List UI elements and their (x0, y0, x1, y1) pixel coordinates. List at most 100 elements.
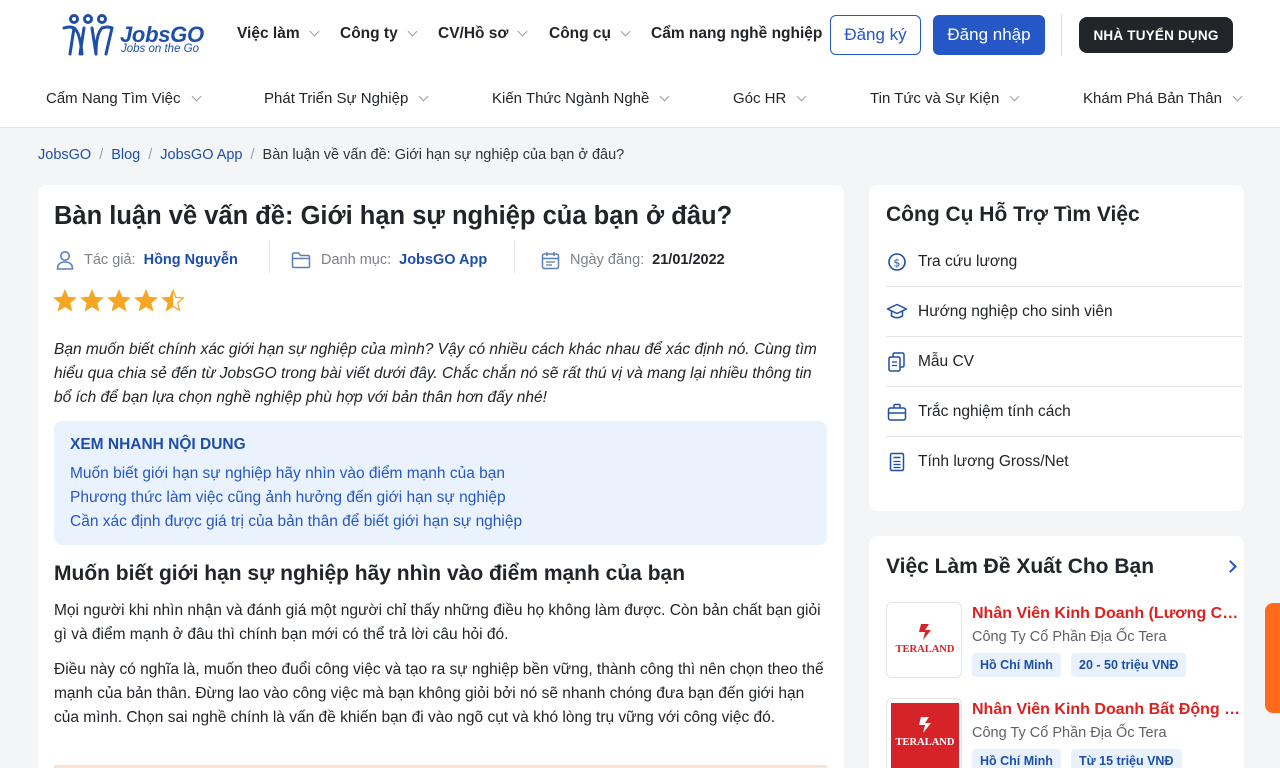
category-link[interactable]: JobsGO App (399, 252, 487, 268)
job-salary-tag: 20 - 50 triệu VNĐ (1071, 653, 1187, 677)
logo-text: TERALAND (896, 737, 955, 748)
job-title[interactable]: Nhân Viên Kinh Doanh (Lương Cứng 10 - 20… (972, 605, 1242, 623)
tool-label: Tra cứu lương (918, 253, 1018, 270)
tool-label: Trắc nghiệm tính cách (918, 403, 1071, 420)
subnav-kham-pha-ban-than[interactable]: Khám Phá Bản Thân (1083, 90, 1243, 107)
divider (1061, 14, 1062, 56)
subnav-label: Khám Phá Bản Thân (1083, 90, 1222, 107)
job-location-tag: Hồ Chí Minh (972, 749, 1061, 768)
breadcrumb-blog[interactable]: Blog (111, 147, 140, 163)
tool-salary-lookup[interactable]: $ Tra cứu lương (886, 237, 1243, 287)
subnav-kien-thuc-nganh-nghe[interactable]: Kiến Thức Ngành Nghề (492, 90, 670, 107)
subnav-cam-nang-tim-viec[interactable]: Cẩm Nang Tìm Việc (46, 90, 201, 107)
toc-item[interactable]: Cần xác định được giá trị của bản thân đ… (70, 513, 522, 531)
table-of-contents: XEM NHANH NỘI DUNG Muốn biết giới hạn sự… (54, 421, 827, 545)
publish-date: 21/01/2022 (652, 252, 725, 268)
star-icon[interactable] (161, 289, 185, 313)
star-icon[interactable] (53, 289, 77, 313)
tool-label: Mẫu CV (918, 353, 974, 370)
article-intro: Bạn muốn biết chính xác giới hạn sự nghi… (54, 341, 817, 406)
category-label: Danh mục: (321, 252, 392, 268)
logo-people-icon (62, 14, 114, 56)
user-icon (56, 251, 74, 270)
tool-personality-test[interactable]: Trắc nghiệm tính cách (886, 387, 1243, 437)
chevron-down-icon (1232, 91, 1243, 101)
job-card[interactable]: TERALAND Nhân Viên Kinh Doanh Bất Động S… (886, 698, 1243, 768)
breadcrumb-current: Bàn luận về vấn đề: Giới hạn sự nghiệp c… (262, 147, 625, 163)
top-header: JobsGO Jobs on the Go Việc làm Công ty C… (0, 0, 1280, 70)
company-logo: TERALAND (886, 602, 962, 678)
job-company: Công Ty Cổ Phần Địa Ốc Tera (972, 725, 1167, 741)
subnav-label: Phát Triển Sự Nghiệp (264, 90, 409, 107)
breadcrumb-separator: / (148, 147, 153, 163)
toc-item[interactable]: Muốn biết giới hạn sự nghiệp hãy nhìn và… (70, 465, 505, 483)
cv-template-icon (888, 352, 905, 372)
sub-navigation: Cẩm Nang Tìm Việc Phát Triển Sự Nghiệp K… (0, 70, 1280, 128)
chevron-right-icon[interactable] (1224, 560, 1237, 573)
subnav-tin-tuc-su-kien[interactable]: Tin Tức và Sự Kiện (870, 90, 1020, 107)
breadcrumb-jobsgo-app[interactable]: JobsGO App (160, 147, 242, 163)
chevron-down-icon (191, 91, 201, 101)
subnav-phat-trien-su-nghiep[interactable]: Phát Triển Sự Nghiệp (264, 90, 429, 107)
subnav-label: Kiến Thức Ngành Nghề (492, 90, 650, 107)
calculator-icon (889, 452, 905, 472)
login-button[interactable]: Đăng nhập (933, 15, 1045, 55)
meta-category: Danh mục: JobsGO App (291, 247, 487, 273)
company-logo: TERALAND (886, 698, 962, 768)
toc-item[interactable]: Phương thức làm việc cũng ảnh hưởng đến … (70, 489, 506, 507)
chevron-down-icon (659, 91, 670, 101)
breadcrumb-separator: / (99, 147, 104, 163)
suggested-jobs: Việc Làm Đề Xuất Cho Bạn TERALAND Nhân V… (869, 536, 1244, 768)
job-company: Công Ty Cổ Phần Địa Ốc Tera (972, 629, 1167, 645)
chevron-down-icon (1009, 91, 1020, 101)
job-salary-tag: Từ 15 triệu VNĐ (1071, 749, 1182, 768)
chevron-down-icon (418, 91, 429, 101)
floating-feedback-button[interactable] (1265, 603, 1280, 713)
meta-author: Tác giả: Hồng Nguyễn (56, 247, 238, 273)
job-title[interactable]: Nhân Viên Kinh Doanh Bất Động Sản (972, 701, 1242, 719)
section-heading: Muốn biết giới hạn sự nghiệp hãy nhìn và… (54, 562, 686, 585)
article-card: Bàn luận về vấn đề: Giới hạn sự nghiệp c… (38, 185, 844, 768)
nav-cv-ho-so[interactable]: CV/Hồ sơ (438, 25, 528, 43)
salary-icon: $ (888, 253, 906, 271)
tools-heading: Công Cụ Hỗ Trợ Tìm Việc (886, 203, 1140, 226)
chevron-down-icon (620, 26, 631, 37)
nav-label: Cẩm nang nghề nghiệp (651, 25, 823, 42)
tool-label: Hướng nghiệp cho sinh viên (918, 303, 1113, 320)
meta-divider (269, 241, 270, 273)
author-link[interactable]: Hồng Nguyễn (144, 252, 238, 268)
paragraph: Điều này có nghĩa là, muốn theo đuổi côn… (54, 661, 824, 726)
rating-stars[interactable] (53, 289, 185, 313)
breadcrumb-separator: / (250, 147, 255, 163)
job-card[interactable]: TERALAND Nhân Viên Kinh Doanh (Lương Cứn… (886, 602, 1243, 692)
subnav-label: Tin Tức và Sự Kiện (870, 90, 1000, 107)
nav-cong-ty[interactable]: Công ty (340, 25, 418, 43)
tool-gross-net[interactable]: Tính lương Gross/Net (886, 437, 1243, 487)
date-label: Ngày đăng: (570, 252, 645, 268)
breadcrumb-jobsgo[interactable]: JobsGO (38, 147, 91, 163)
star-icon[interactable] (107, 289, 131, 313)
chevron-down-icon (796, 91, 807, 101)
tool-label: Tính lương Gross/Net (918, 453, 1069, 470)
jobsgo-logo[interactable]: JobsGO Jobs on the Go (62, 12, 212, 58)
logo-tagline: Jobs on the Go (121, 43, 199, 55)
star-icon[interactable] (134, 289, 158, 313)
employer-button[interactable]: NHÀ TUYỂN DỤNG (1079, 17, 1233, 53)
jobs-heading: Việc Làm Đề Xuất Cho Bạn (886, 555, 1155, 578)
nav-cong-cu[interactable]: Công cụ (549, 25, 631, 43)
tool-cv-template[interactable]: Mẫu CV (886, 337, 1243, 387)
subnav-label: Cẩm Nang Tìm Việc (46, 90, 181, 107)
nav-label: Công ty (340, 25, 398, 42)
register-button[interactable]: Đăng ký (830, 15, 921, 55)
breadcrumb: JobsGO / Blog / JobsGO App / Bàn luận về… (38, 147, 624, 163)
subnav-goc-hr[interactable]: Góc HR (733, 90, 807, 107)
logo-text: TERALAND (896, 644, 955, 655)
star-icon[interactable] (80, 289, 104, 313)
toc-heading: XEM NHANH NỘI DUNG (70, 436, 246, 453)
author-label: Tác giả: (84, 252, 136, 268)
tool-career-guidance[interactable]: Hướng nghiệp cho sinh viên (886, 287, 1243, 337)
nav-viec-lam[interactable]: Việc làm (237, 25, 320, 43)
nav-cam-nang[interactable]: Cẩm nang nghề nghiệp (651, 25, 822, 43)
folder-icon (291, 252, 311, 269)
article-title: Bàn luận về vấn đề: Giới hạn sự nghiệp c… (54, 202, 733, 230)
